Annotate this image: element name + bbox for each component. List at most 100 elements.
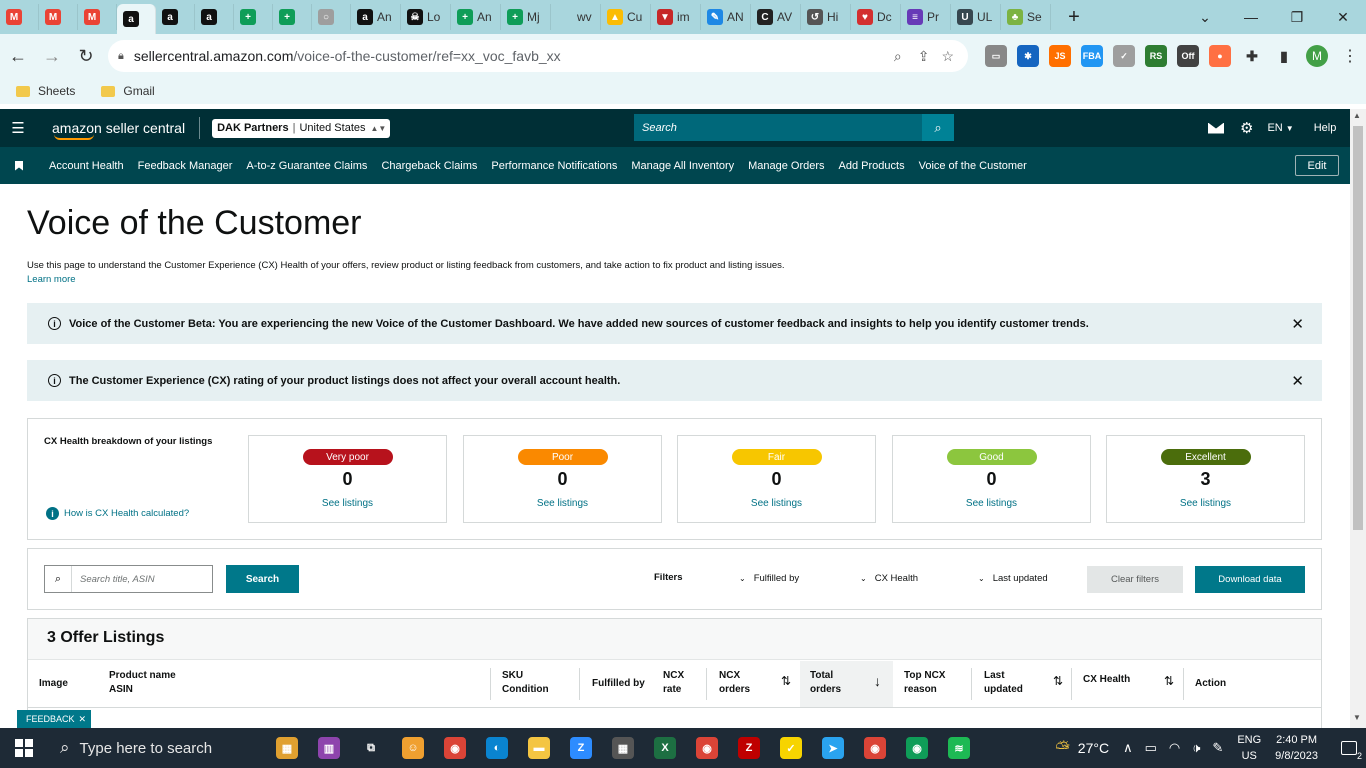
file-explorer-icon[interactable]: ▬ bbox=[518, 728, 560, 768]
nav-link[interactable]: Manage All Inventory bbox=[631, 160, 734, 172]
browser-tab[interactable]: U UL bbox=[951, 4, 1001, 30]
cx-health-filter[interactable]: ⌄ CX Health bbox=[860, 573, 918, 584]
new-tab-icon[interactable]: + bbox=[1051, 0, 1097, 34]
browser-tab[interactable]: ≡ Pr bbox=[901, 4, 951, 30]
nav-link[interactable]: Manage Orders bbox=[748, 160, 824, 172]
see-listings-link[interactable]: See listings bbox=[751, 498, 802, 509]
language-selector[interactable]: EN ▼ bbox=[1267, 122, 1293, 134]
browser-tab[interactable]: + An bbox=[451, 4, 501, 30]
bookmark-gmail[interactable]: Gmail bbox=[101, 84, 155, 98]
browser-tab[interactable]: wv bbox=[551, 4, 601, 30]
sticky-notes-icon[interactable]: ✓ bbox=[770, 728, 812, 768]
minimize-icon[interactable]: — bbox=[1228, 0, 1274, 34]
close-window-icon[interactable]: ✕ bbox=[1320, 0, 1366, 34]
search-icon[interactable]: ⌕ bbox=[922, 114, 954, 141]
mail-icon[interactable] bbox=[1208, 122, 1224, 134]
spotify-icon[interactable]: ≋ bbox=[938, 728, 980, 768]
books-icon[interactable]: ▥ bbox=[308, 728, 350, 768]
last-updated-filter[interactable]: ⌄ Last updated bbox=[978, 573, 1048, 584]
task-view-icon[interactable]: ⧉ bbox=[350, 728, 392, 768]
ext-check-icon[interactable]: ✓ bbox=[1113, 45, 1135, 67]
clock[interactable]: 2:40 PM 9/8/2023 bbox=[1275, 732, 1318, 764]
sort-updown-icon[interactable]: ⇅ bbox=[1053, 674, 1063, 688]
help-link[interactable]: Help bbox=[1314, 122, 1337, 134]
ext-js-icon[interactable]: JS bbox=[1049, 45, 1071, 67]
fulfilled-by-filter[interactable]: ⌄ Fulfilled by bbox=[739, 573, 799, 584]
download-data-button[interactable]: Download data bbox=[1195, 566, 1305, 593]
search-button[interactable]: Search bbox=[226, 565, 299, 593]
edge-icon[interactable]: ◐ bbox=[476, 728, 518, 768]
edit-nav-button[interactable]: Edit bbox=[1295, 155, 1339, 176]
pen-icon[interactable]: ✎ bbox=[1212, 740, 1223, 756]
language-indicator[interactable]: ENG US bbox=[1237, 732, 1261, 764]
see-listings-link[interactable]: See listings bbox=[537, 498, 588, 509]
nav-link[interactable]: Feedback Manager bbox=[138, 160, 233, 172]
browser-tab[interactable]: a bbox=[156, 4, 195, 30]
browser-tab[interactable]: C AV bbox=[751, 4, 801, 30]
profile-avatar[interactable]: M bbox=[1306, 45, 1328, 67]
bookmark-star-icon[interactable]: ☆ bbox=[941, 48, 954, 65]
browser-tab[interactable]: ▲ Cu bbox=[601, 4, 651, 30]
zoom-icon[interactable]: ⌕ bbox=[894, 48, 902, 65]
scrollbar-thumb[interactable] bbox=[1353, 126, 1363, 530]
browser-tab[interactable]: M bbox=[39, 4, 78, 30]
ext-off-icon[interactable]: Off bbox=[1177, 45, 1199, 67]
emoji-app-icon[interactable]: ☺ bbox=[392, 728, 434, 768]
nav-link[interactable]: Voice of the Customer bbox=[919, 160, 1027, 172]
nav-link[interactable]: Performance Notifications bbox=[491, 160, 617, 172]
browser-tab[interactable]: M bbox=[78, 4, 117, 30]
listing-search-input[interactable]: ⌕ Search title, ASIN bbox=[44, 565, 213, 593]
share-icon[interactable]: ⇪ bbox=[918, 48, 930, 65]
bookmark-sheets[interactable]: Sheets bbox=[16, 84, 75, 98]
nav-link[interactable]: A-to-z Guarantee Claims bbox=[246, 160, 367, 172]
browser-tab[interactable]: a bbox=[117, 4, 156, 34]
see-listings-link[interactable]: See listings bbox=[322, 498, 373, 509]
how-calculated-link[interactable]: i How is CX Health calculated? bbox=[46, 507, 189, 520]
close-icon[interactable]: ✕ bbox=[1291, 315, 1304, 333]
chrome-profile3-icon[interactable]: ◉ bbox=[896, 728, 938, 768]
sort-updown-icon[interactable]: ⇅ bbox=[1164, 674, 1174, 688]
browser-tab[interactable]: ♥ Dc bbox=[851, 4, 901, 30]
browser-tab[interactable]: + Mj bbox=[501, 4, 551, 30]
browser-tab[interactable]: ☠ Lo bbox=[401, 4, 451, 30]
forward-icon[interactable]: → bbox=[36, 40, 68, 72]
close-icon[interactable]: ✕ bbox=[1291, 372, 1304, 390]
seller-central-logo[interactable]: amazon seller central bbox=[52, 120, 185, 140]
account-switcher[interactable]: DAK Partners | United States ▲▼ bbox=[212, 118, 391, 138]
feedback-tab[interactable]: FEEDBACK ✕ bbox=[17, 710, 92, 728]
scroll-up-icon[interactable]: ▲ bbox=[1353, 111, 1361, 120]
nav-link[interactable]: Account Health bbox=[49, 160, 124, 172]
close-icon[interactable]: ✕ bbox=[79, 714, 87, 725]
chrome-profile2-icon[interactable]: ◉ bbox=[854, 728, 896, 768]
browser-tab[interactable]: + bbox=[273, 4, 312, 30]
taskbar-search-box[interactable]: ⌕ Type here to search bbox=[48, 728, 254, 768]
back-icon[interactable]: ← bbox=[2, 40, 34, 72]
chevron-up-icon[interactable]: ∧ bbox=[1123, 740, 1133, 756]
browser-tab[interactable]: a bbox=[195, 4, 234, 30]
sort-descending-icon[interactable]: ↓ bbox=[874, 673, 881, 689]
see-listings-link[interactable]: See listings bbox=[966, 498, 1017, 509]
learn-more-link[interactable]: Learn more bbox=[27, 274, 76, 285]
browser-tab[interactable]: + bbox=[234, 4, 273, 30]
speaker-icon[interactable]: 🕩︎ bbox=[1192, 740, 1200, 756]
browser-tab[interactable]: ▼ im bbox=[651, 4, 701, 30]
browser-tab[interactable]: ♣ Se bbox=[1001, 4, 1051, 30]
ext-rs-icon[interactable]: RS bbox=[1145, 45, 1167, 67]
scroll-down-icon[interactable]: ▼ bbox=[1353, 713, 1361, 722]
see-listings-link[interactable]: See listings bbox=[1180, 498, 1231, 509]
notifications-icon[interactable]: 2 bbox=[1332, 741, 1366, 761]
browser-tab[interactable]: a An bbox=[351, 4, 401, 30]
sidepanel-icon[interactable]: ▮ bbox=[1273, 45, 1295, 67]
calculator-icon[interactable]: ▦ bbox=[602, 728, 644, 768]
chrome-icon[interactable]: ◉ bbox=[434, 728, 476, 768]
header-search-input[interactable]: Search bbox=[634, 114, 922, 141]
nav-link[interactable]: Chargeback Claims bbox=[381, 160, 477, 172]
ext-fba-icon[interactable]: FBA bbox=[1081, 45, 1103, 67]
wifi-icon[interactable]: ◠ bbox=[1169, 740, 1180, 756]
menu-kebab-icon[interactable]: ⋮ bbox=[1342, 46, 1358, 66]
battery-icon[interactable]: ▭ bbox=[1145, 740, 1157, 756]
sort-updown-icon[interactable]: ⇅ bbox=[781, 674, 791, 688]
address-bar[interactable]: 🔒︎ sellercentral.amazon.com/voice-of-the… bbox=[108, 40, 968, 72]
tab-search-icon[interactable]: ⌄ bbox=[1182, 0, 1228, 34]
file-explorer-people-icon[interactable]: ▦ bbox=[266, 728, 308, 768]
